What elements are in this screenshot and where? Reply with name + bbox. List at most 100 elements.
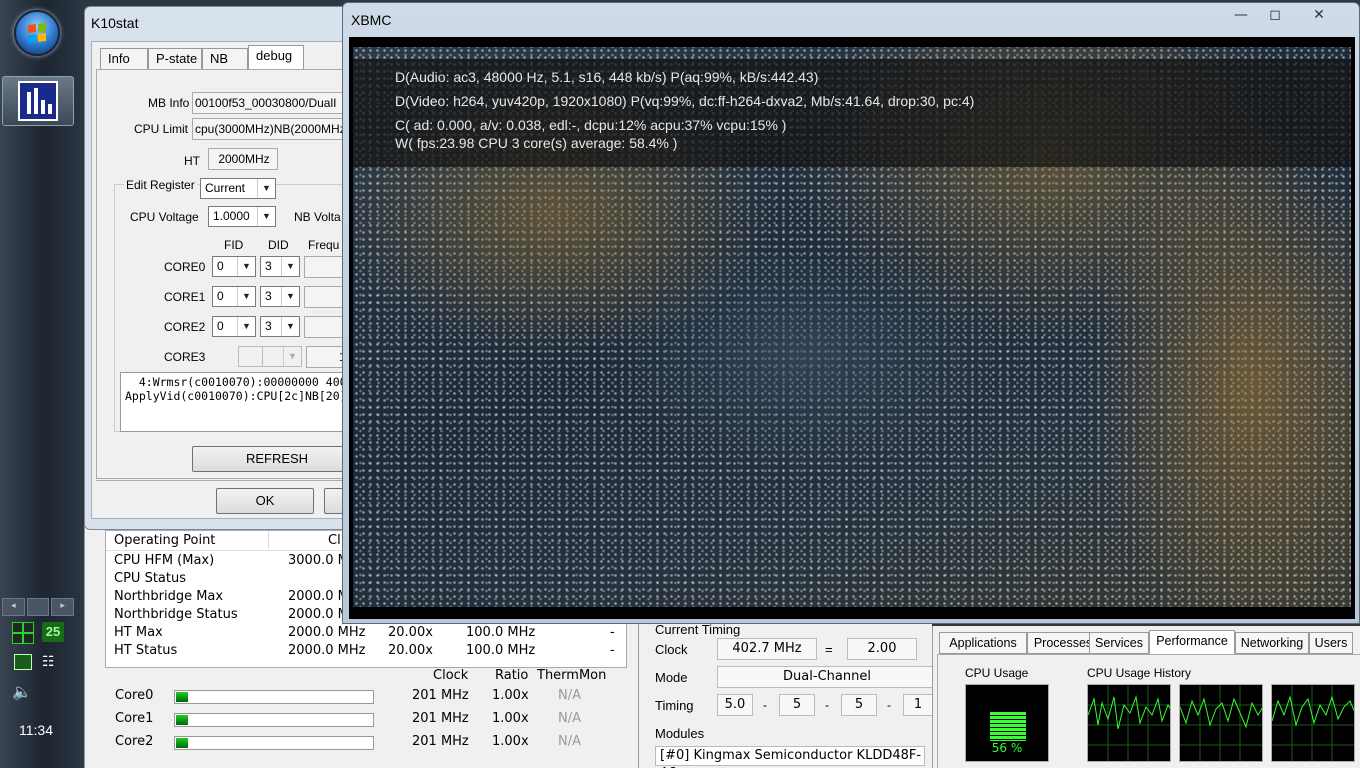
row-label: Northbridge Status — [114, 607, 238, 622]
window-title: XBMC — [351, 12, 392, 28]
video-surface[interactable]: D(Audio: ac3, 48000 Hz, 5.1, s16, 448 kb… — [349, 37, 1355, 619]
k10stat-window: K10stat Info P-state NB debug MB Info 00… — [84, 6, 364, 530]
row-extra: - — [610, 643, 615, 658]
clock-header: Cl — [328, 533, 341, 548]
core-clock: 201 MHz — [412, 711, 469, 726]
core-ratio: 1.00x — [492, 688, 529, 703]
tray-middle[interactable] — [26, 598, 50, 616]
cpu-history-plot — [1088, 685, 1170, 761]
core0-label: CORE0 — [164, 260, 206, 274]
k10stat-client: Info P-state NB debug MB Info 00100f53_0… — [91, 41, 364, 519]
tray-right-arrow[interactable]: ▸ — [51, 598, 75, 616]
core-therm: N/A — [558, 734, 581, 749]
core-load-bar — [174, 736, 374, 750]
core1-fid-select[interactable]: 0 ▼ — [212, 286, 256, 307]
minimize-icon[interactable]: — — [1227, 6, 1255, 26]
ok-button[interactable]: OK — [216, 488, 314, 514]
did-column-header: DID — [268, 238, 289, 252]
edit-register-select[interactable]: Current ▼ — [200, 178, 276, 199]
edit-register-label: Edit Register — [124, 178, 197, 192]
tab-services[interactable]: Services — [1089, 632, 1149, 654]
memory-multiplier: 2.00 — [847, 638, 917, 660]
timing-tras: 1 — [903, 694, 933, 716]
row-clock: 2000.0 MHz — [288, 643, 366, 658]
row-ratio: 20.00x — [388, 625, 433, 640]
volume-icon[interactable]: 🔈 — [12, 682, 32, 701]
tab-info[interactable]: Info — [100, 48, 148, 70]
memory-window: Current Timing Clock 402.7 MHz = 2.00 Mo… — [638, 618, 937, 768]
chevron-down-icon: ▼ — [281, 257, 299, 276]
tab-performance[interactable]: Performance — [1149, 630, 1235, 654]
tab-applications[interactable]: Applications — [939, 632, 1027, 654]
core-clock: 201 MHz — [412, 734, 469, 749]
tab-users[interactable]: Users — [1309, 632, 1353, 654]
ratio-column-header: Ratio — [495, 668, 529, 683]
row-label: CPU Status — [114, 571, 186, 586]
timing-label: Timing — [655, 698, 694, 713]
core-ratio: 1.00x — [492, 711, 529, 726]
network-icon[interactable]: ☷ — [42, 654, 62, 670]
close-icon[interactable]: ✕ — [1305, 6, 1333, 26]
taskbar-clock[interactable]: 11:34 — [0, 722, 72, 738]
grid-monitor-icon[interactable] — [12, 622, 34, 644]
core-load-bar — [174, 713, 374, 727]
osd-fps-line: W( fps:23.98 CPU 3 core(s) average: 58.4… — [395, 135, 678, 151]
start-button[interactable] — [14, 10, 60, 56]
tab-nb[interactable]: NB — [202, 48, 248, 70]
core1-fid: 0 — [217, 289, 224, 303]
cpu-history-graph-core2 — [1271, 684, 1355, 762]
clock-label: Clock — [655, 642, 688, 657]
core-label: Core0 — [115, 688, 154, 703]
cpu-voltage-select[interactable]: 1.0000 ▼ — [208, 206, 276, 227]
module-select[interactable]: [#0] Kingmax Semiconductor KLDD48F-A8 — [655, 746, 925, 768]
ht-field: 2000MHz — [208, 148, 278, 170]
core-therm: N/A — [558, 688, 581, 703]
ht-label: HT — [184, 154, 200, 168]
codec-info-overlay: D(Audio: ac3, 48000 Hz, 5.1, s16, 448 kb… — [353, 59, 1351, 167]
debug-log: 4:Wrmsr(c0010070):00000000 40035 ApplyVi… — [120, 372, 360, 432]
row-label: CPU HFM (Max) — [114, 553, 215, 568]
osd-audio-line: D(Audio: ac3, 48000 Hz, 5.1, s16, 448 kb… — [395, 69, 819, 85]
chevron-down-icon: ▼ — [281, 287, 299, 306]
tab-networking[interactable]: Networking — [1235, 632, 1309, 654]
mb-info-label: MB Info — [148, 96, 190, 110]
operating-point-header: Operating Point — [114, 533, 216, 548]
core-label: Core2 — [115, 734, 154, 749]
timing-trp: 5 — [841, 694, 877, 716]
maximize-icon[interactable]: ◻ — [1261, 6, 1289, 26]
current-timing-label: Current Timing — [655, 622, 741, 637]
core0-fid-select[interactable]: 0 ▼ — [212, 256, 256, 277]
window-title: K10stat — [91, 15, 139, 31]
taskbar-item-app[interactable] — [2, 76, 74, 126]
row-extra: - — [610, 625, 615, 640]
cpu-usage-meter: 56 % — [965, 684, 1049, 762]
mode-label: Mode — [655, 670, 688, 685]
row-clock: 2000.0 MHz — [288, 625, 366, 640]
core1-did-select[interactable]: 3 ▼ — [260, 286, 300, 307]
chevron-down-icon: ▼ — [257, 207, 275, 226]
tray-left-arrow[interactable]: ◂ — [2, 598, 25, 616]
row-clock: 2000.0 M — [288, 607, 349, 622]
temperature-badge[interactable]: 25 — [42, 622, 64, 642]
refresh-button[interactable]: REFRESH — [192, 446, 362, 472]
core2-did: 3 — [265, 319, 272, 333]
tab-debug[interactable]: debug — [248, 45, 304, 70]
cpu-usage-fill — [990, 712, 1026, 741]
cpu-voltage-value: 1.0000 — [213, 209, 250, 223]
chevron-down-icon: ▼ — [237, 287, 255, 306]
timing-sep: - — [825, 698, 829, 712]
tab-pstate[interactable]: P-state — [148, 48, 202, 70]
header-divider — [268, 531, 269, 549]
timing-trcd: 5 — [779, 694, 815, 716]
cpu-history-graph-core0 — [1087, 684, 1171, 762]
mb-info-field: 00100f53_00030800/DualI — [192, 92, 362, 114]
cpu-usage-label: CPU Usage — [965, 666, 1029, 680]
core2-did-select[interactable]: 3 ▼ — [260, 316, 300, 337]
core-clock: 201 MHz — [412, 688, 469, 703]
timing-sep: - — [763, 698, 767, 712]
core2-fid-select[interactable]: 0 ▼ — [212, 316, 256, 337]
battery-meter-icon[interactable] — [14, 654, 32, 670]
core0-did-select[interactable]: 3 ▼ — [260, 256, 300, 277]
osd-video-line: D(Video: h264, yuv420p, 1920x1080) P(vq:… — [395, 93, 975, 109]
fid-column-header: FID — [224, 238, 244, 252]
